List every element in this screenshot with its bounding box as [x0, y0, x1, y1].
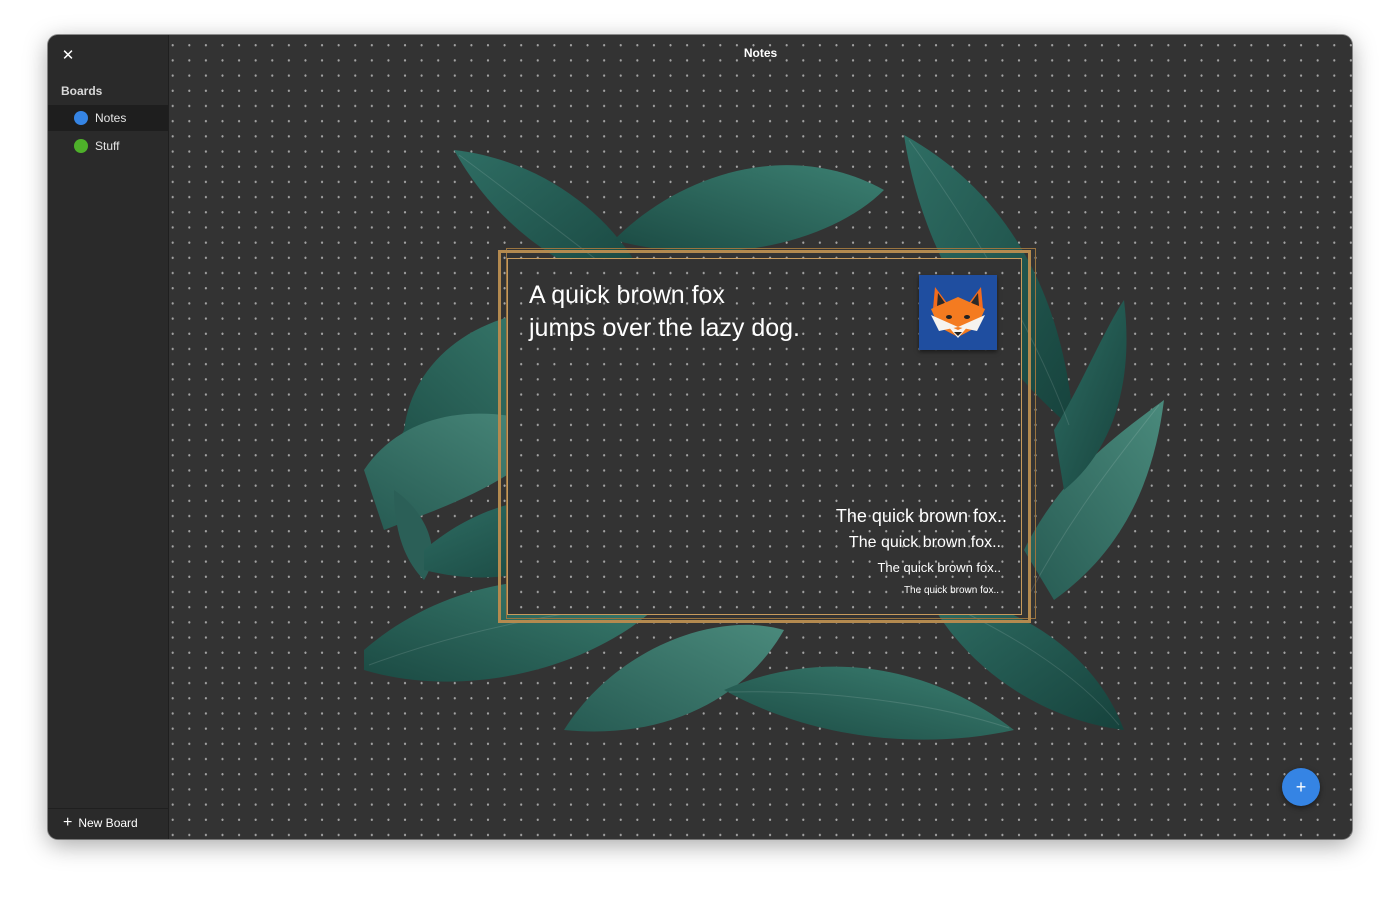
app-window: ✕ Boards Notes Stuff + New Board Notes A… [48, 35, 1352, 839]
sample-text-3[interactable]: The quick brown fox.. [877, 560, 1001, 575]
sidebar: ✕ Boards Notes Stuff + New Board [48, 35, 169, 839]
sidebar-item-label: Stuff [95, 139, 120, 153]
sample-text-4[interactable]: The quick brown fox.. [904, 585, 999, 596]
plus-icon: + [1295, 777, 1307, 797]
sidebar-item-label: Notes [95, 111, 127, 125]
sidebar-heading: Boards [61, 84, 103, 98]
fox-icon [931, 287, 985, 338]
sample-text-2[interactable]: The quick brown fox.. [849, 534, 1001, 552]
board-canvas[interactable]: Notes A quick brown fox jumps over the l… [169, 35, 1352, 839]
new-board-button[interactable]: + New Board [63, 814, 138, 831]
window-title: Notes [743, 46, 778, 60]
board-color-dot [74, 139, 88, 153]
sidebar-footer: + New Board [48, 808, 168, 839]
plus-icon: + [63, 814, 73, 831]
add-button[interactable]: + [1282, 768, 1320, 806]
headline-line-1: A quick brown fox [529, 281, 725, 309]
close-icon[interactable]: ✕ [60, 48, 76, 64]
sample-text-1[interactable]: The quick brown fox.. [836, 506, 1007, 527]
sidebar-item-stuff[interactable]: Stuff [48, 133, 168, 159]
new-board-label: New Board [78, 816, 138, 830]
board-color-dot [74, 111, 88, 125]
headline-line-2: jumps over the lazy dog. [529, 314, 800, 342]
sidebar-item-notes[interactable]: Notes [48, 105, 168, 131]
fox-image-tile[interactable] [919, 275, 997, 350]
card-headline[interactable]: A quick brown fox jumps over the lazy do… [529, 279, 889, 345]
